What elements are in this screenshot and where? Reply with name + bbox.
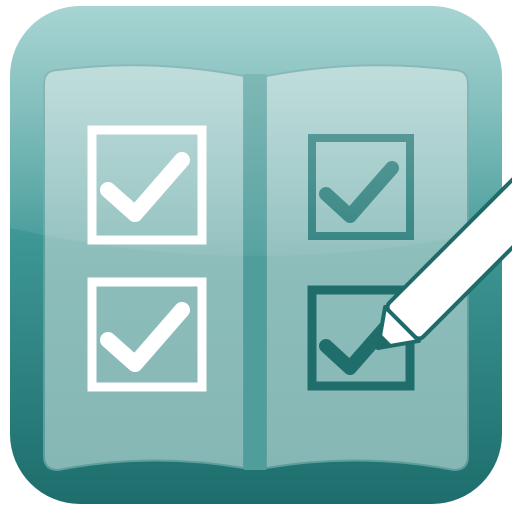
gloss-highlight	[10, 6, 502, 256]
checklist-app-icon[interactable]	[0, 0, 512, 512]
